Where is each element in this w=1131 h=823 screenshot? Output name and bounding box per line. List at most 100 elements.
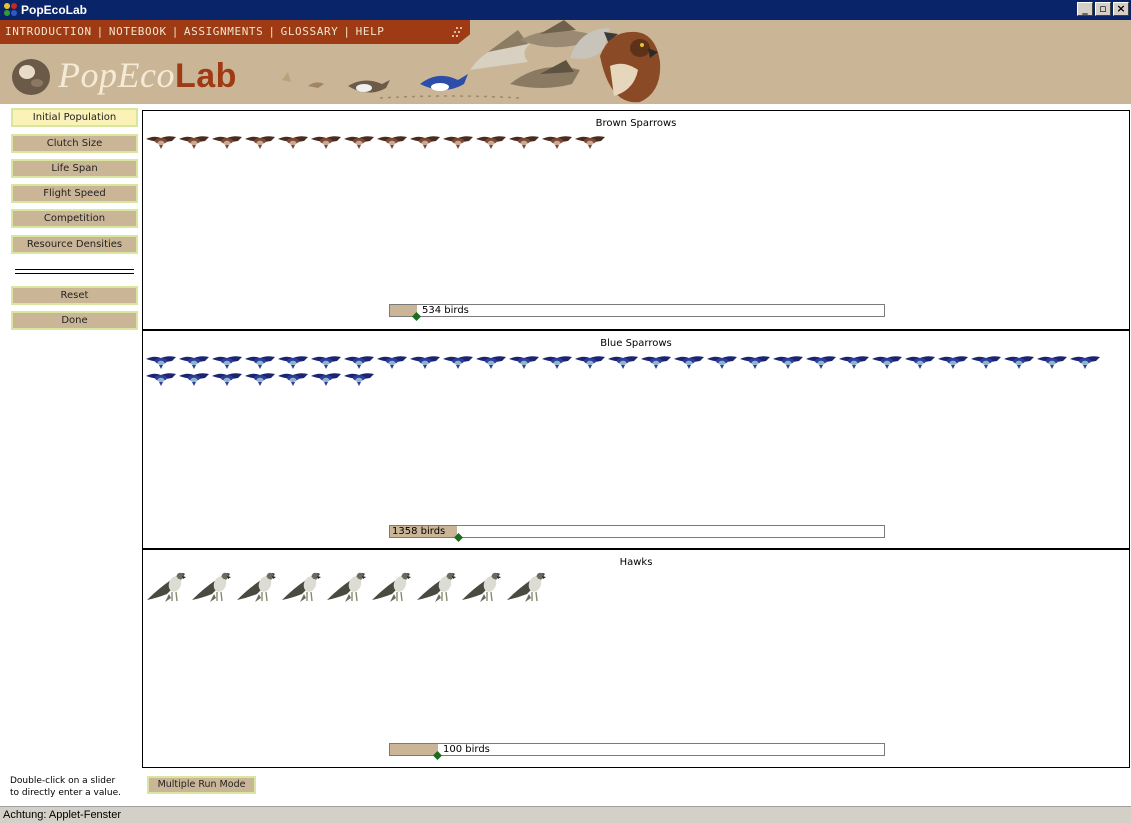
slider-value-label: 100 birds: [443, 744, 490, 755]
close-button[interactable]: ×: [1113, 2, 1129, 16]
blue-sparrow-icon: [244, 370, 277, 387]
brown-sparrow-icon: [508, 133, 541, 150]
blue-sparrow-icon: [640, 353, 673, 370]
blue-sparrow-icon: [673, 353, 706, 370]
slider-thumb-icon[interactable]: [412, 306, 421, 321]
blue-sparrow-icon: [508, 353, 541, 370]
blue-sparrow-icon: [409, 353, 442, 370]
blue-sparrow-icon: [904, 353, 937, 370]
slider-hint-line1: Double-click on a slider: [10, 776, 116, 786]
window-title: PopEcoLab: [21, 3, 88, 17]
slider-thumb-icon[interactable]: [433, 745, 442, 760]
slider-thumb-icon[interactable]: [454, 527, 463, 542]
blue-sparrow-icon: [145, 353, 178, 370]
blue-sparrow-icon: [871, 353, 904, 370]
minimize-button[interactable]: _: [1077, 2, 1093, 16]
population-slider[interactable]: 534 birds: [389, 304, 885, 321]
brown-sparrow-icon: [310, 133, 343, 150]
menu-item-introduction[interactable]: INTRODUCTION: [5, 25, 92, 38]
hawk-icon: [370, 570, 415, 606]
blue-sparrow-icon: [310, 353, 343, 370]
blue-sparrow-icon: [178, 353, 211, 370]
hawk-icon: [280, 570, 325, 606]
blue-sparrow-icon: [1069, 353, 1102, 370]
panel-title: Hawks: [619, 557, 653, 568]
reset-button[interactable]: Reset: [11, 286, 138, 305]
hawk-icon: [505, 570, 550, 606]
control-panel: Initial Population Clutch Size Life Span Fl…: [0, 104, 142, 775]
blue-sparrow-icon: [607, 353, 640, 370]
brown-sparrow-icon: [277, 133, 310, 150]
blue-sparrow-icon: [145, 370, 178, 387]
population-slider[interactable]: 1358 birds: [389, 525, 885, 542]
app-icon: [4, 3, 18, 17]
sidebar-item-clutch-size[interactable]: Clutch Size: [11, 134, 138, 153]
menu-separator: |: [171, 25, 179, 38]
brown-sparrow-icon: [541, 133, 574, 150]
divider: [15, 269, 134, 274]
blue-sparrow-icon: [310, 370, 343, 387]
hawk-icon: [190, 570, 235, 606]
sidebar-item-initial-population[interactable]: Initial Population: [11, 108, 138, 127]
header-banner: INTRODUCTION | NOTEBOOK | ASSIGNMENTS | GLOSSA…: [0, 20, 1131, 104]
blue-sparrow-icon: [277, 370, 310, 387]
brown-sparrow-icon: [442, 133, 475, 150]
slider-value-label: 534 birds: [422, 305, 469, 316]
bird-icons: [145, 133, 1129, 150]
blue-sparrow-icon: [739, 353, 772, 370]
banner-birds-illustration: [282, 20, 661, 103]
title-bar: PopEcoLab _ ▫ ×: [0, 0, 1131, 20]
slider-fill: [390, 744, 438, 755]
menu-separator: |: [96, 25, 104, 38]
sidebar-item-life-span[interactable]: Life Span: [11, 159, 138, 178]
population-slider[interactable]: 100 birds: [389, 743, 885, 760]
brown-sparrow-icon: [244, 133, 277, 150]
blue-sparrow-icon: [970, 353, 1003, 370]
bird-icons: [145, 353, 1129, 387]
window-controls: _ ▫ ×: [1077, 2, 1129, 16]
multiple-run-mode-button[interactable]: Multiple Run Mode: [147, 776, 256, 794]
blue-sparrow-icon: [772, 353, 805, 370]
sidebar-item-competition[interactable]: Competition: [11, 209, 138, 228]
sidebar-item-flight-speed[interactable]: Flight Speed: [11, 184, 138, 203]
blue-sparrow-icon: [343, 370, 376, 387]
blue-sparrow-icon: [706, 353, 739, 370]
blue-sparrow-icon: [838, 353, 871, 370]
blue-sparrow-icon: [178, 370, 211, 387]
brown-sparrow-icon: [475, 133, 508, 150]
brown-sparrow-icon: [211, 133, 244, 150]
brown-sparrow-icon: [178, 133, 211, 150]
panel-brown-sparrows: Brown Sparrows 534 birds: [143, 111, 1129, 329]
app-window: PopEcoLab _ ▫ × INTRODUCTION | NOTEBOOK | AS…: [0, 0, 1131, 823]
blue-sparrow-icon: [277, 353, 310, 370]
population-display: Brown Sparrows 534 birds Blue Sparrows 1358…: [142, 110, 1130, 768]
hawk-icon: [145, 570, 190, 606]
panel-hawks: Hawks 100 birds: [143, 548, 1129, 767]
done-button[interactable]: Done: [11, 311, 138, 330]
slider-hint: Double-click on a slider to directly ent…: [10, 775, 140, 799]
maximize-button[interactable]: ▫: [1095, 2, 1111, 16]
bird-icons: [145, 570, 1129, 606]
blue-sparrow-icon: [937, 353, 970, 370]
blue-sparrow-icon: [376, 353, 409, 370]
panel-blue-sparrows: Blue Sparrows 1358 birds: [143, 329, 1129, 548]
slider-value-label: 1358 birds: [392, 526, 446, 537]
hawk-icon: [235, 570, 280, 606]
brown-sparrow-icon: [376, 133, 409, 150]
menu-item-assignments[interactable]: ASSIGNMENTS: [184, 25, 263, 38]
logo: PopEcoLab: [10, 51, 237, 99]
panel-title: Brown Sparrows: [595, 118, 677, 129]
panel-title: Blue Sparrows: [600, 338, 672, 349]
hawk-icon: [460, 570, 505, 606]
blue-sparrow-icon: [805, 353, 838, 370]
blue-sparrow-icon: [442, 353, 475, 370]
hawk-icon: [415, 570, 460, 606]
brown-sparrow-icon: [574, 133, 607, 150]
brown-sparrow-icon: [145, 133, 178, 150]
logo-text: PopEcoLab: [58, 55, 237, 95]
hawk-icon: [325, 570, 370, 606]
blue-sparrow-icon: [211, 353, 244, 370]
menu-item-notebook[interactable]: NOTEBOOK: [109, 25, 167, 38]
brown-sparrow-icon: [343, 133, 376, 150]
sidebar-item-resource-densities[interactable]: Resource Densities: [11, 235, 138, 254]
